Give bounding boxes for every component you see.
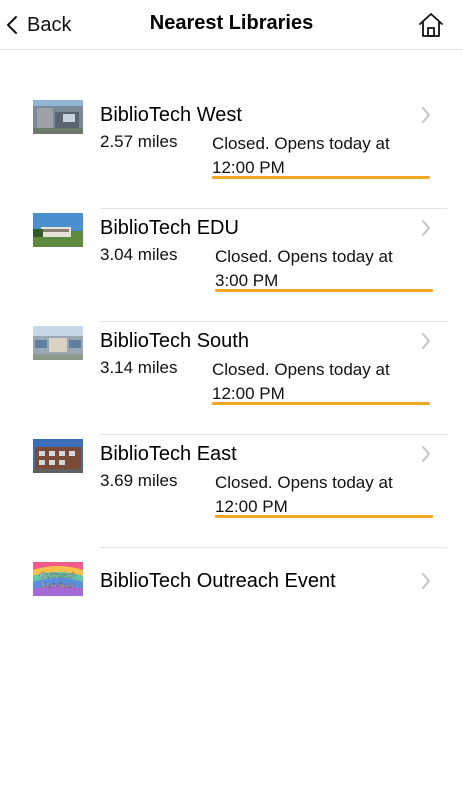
list-item-bibliotech-south[interactable]: BiblioTech South 3.14 miles Closed. Open… <box>0 322 463 435</box>
list-item-bibliotech-west[interactable]: BiblioTech West 2.57 miles Closed. Opens… <box>0 96 463 209</box>
library-photo <box>33 100 83 134</box>
library-name: BiblioTech East <box>100 443 237 465</box>
status-text: Closed. Opens today at <box>215 473 393 492</box>
status-text: Closed. Opens today at <box>212 360 390 379</box>
library-status: Closed. Opens today at 12:00 PM <box>212 132 430 180</box>
library-distance: 3.14 miles <box>100 358 178 377</box>
library-status: Closed. Opens today at 12:00 PM <box>212 358 430 406</box>
nav-bar: Back Nearest Libraries <box>0 0 463 50</box>
page-title: Nearest Libraries <box>149 12 314 34</box>
outreach-logo: Outreach Services <box>33 562 83 596</box>
status-underline <box>212 402 430 405</box>
library-name: BiblioTech South <box>100 330 249 352</box>
list-item-bibliotech-east[interactable]: BiblioTech East 3.69 miles Closed. Opens… <box>0 435 463 548</box>
status-text: Closed. Opens today at <box>212 134 390 153</box>
library-photo <box>33 439 83 473</box>
status-underline <box>215 289 433 292</box>
svg-text:Services: Services <box>41 581 75 590</box>
library-status: Closed. Opens today at 12:00 PM <box>215 471 433 519</box>
svg-text:Outreach: Outreach <box>39 571 76 580</box>
library-list: BiblioTech West 2.57 miles Closed. Opens… <box>0 96 463 618</box>
status-underline <box>212 176 430 179</box>
library-distance: 2.57 miles <box>100 132 178 151</box>
home-icon[interactable] <box>417 11 445 39</box>
library-distance: 3.04 miles <box>100 245 178 264</box>
library-distance: 3.69 miles <box>100 471 178 490</box>
chevron-right-icon <box>422 573 430 589</box>
library-name: BiblioTech Outreach Event <box>100 570 336 592</box>
library-photo <box>33 326 83 360</box>
chevron-right-icon <box>422 107 430 123</box>
list-item-bibliotech-edu[interactable]: BiblioTech EDU 3.04 miles Closed. Opens … <box>0 209 463 322</box>
list-item-bibliotech-outreach-event[interactable]: Outreach Services BiblioTech Outreach Ev… <box>0 548 463 618</box>
library-name: BiblioTech EDU <box>100 217 239 239</box>
library-status: Closed. Opens today at 3:00 PM <box>215 245 433 293</box>
chevron-right-icon <box>422 220 430 236</box>
library-name: BiblioTech West <box>100 104 242 126</box>
library-photo <box>33 213 83 247</box>
chevron-right-icon <box>422 446 430 462</box>
status-underline <box>215 515 433 518</box>
status-text: Closed. Opens today at <box>215 247 393 266</box>
chevron-right-icon <box>422 333 430 349</box>
